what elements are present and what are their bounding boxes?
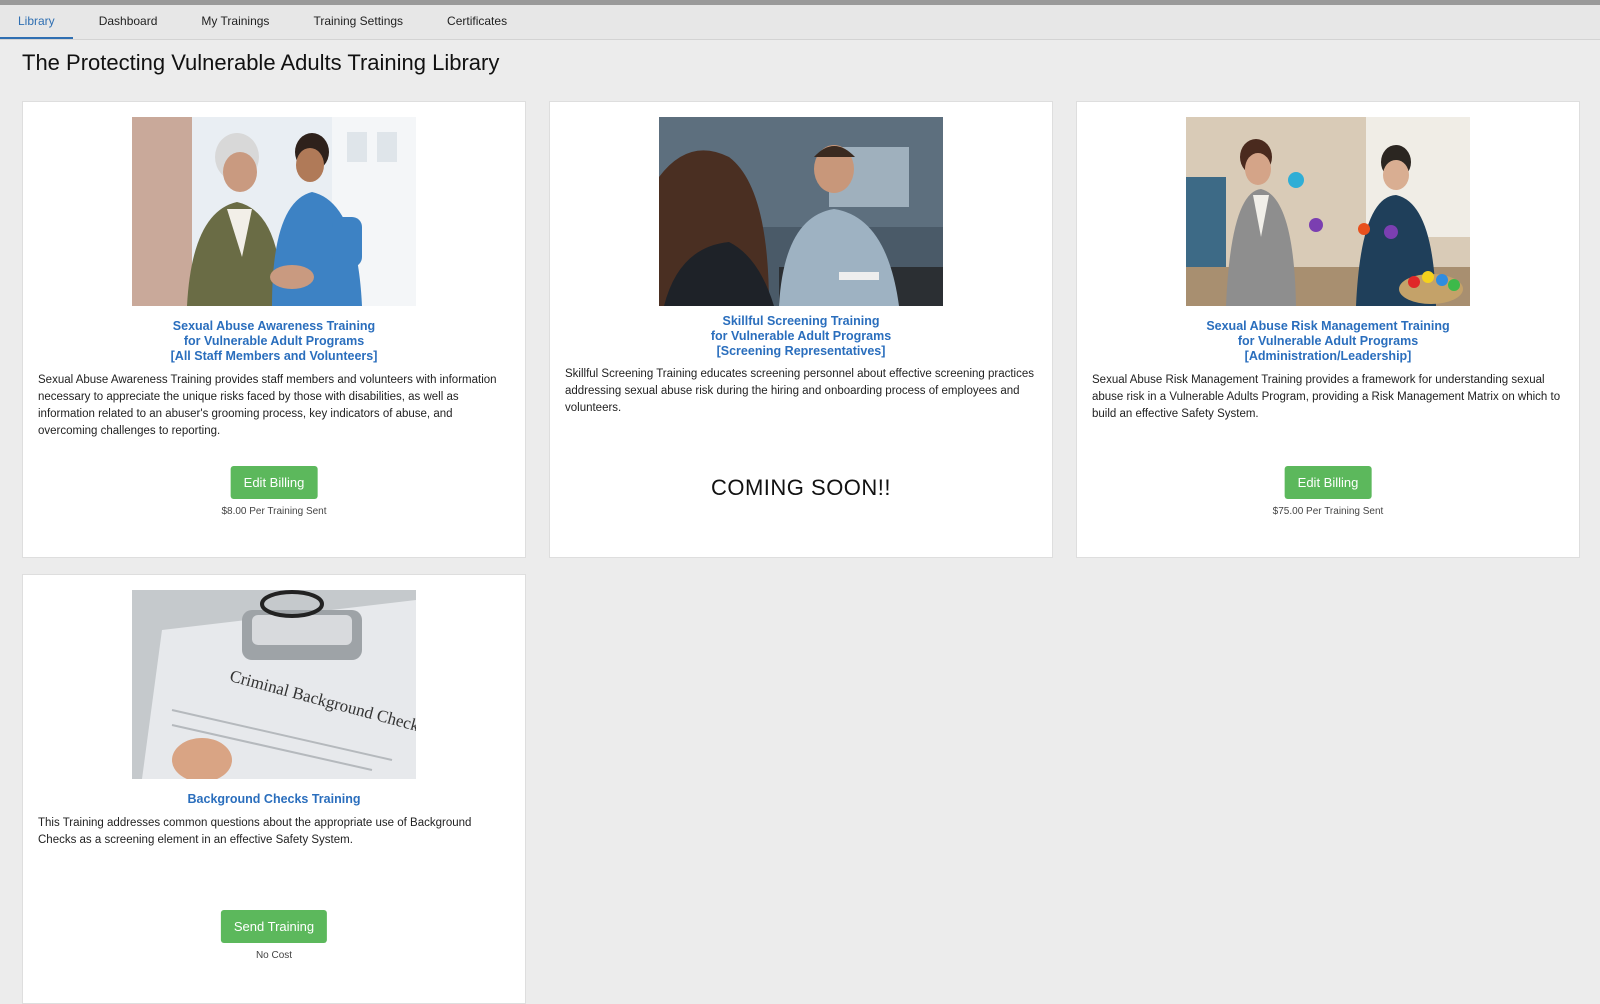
edit-billing-button[interactable]: Edit Billing [1284,466,1372,499]
training-image-therapy [1186,117,1470,306]
training-card-risk-management: Sexual Abuse Risk Management Training fo… [1076,101,1580,558]
training-card-skillful-screening: Skillful Screening Training for Vulnerab… [549,101,1053,558]
price-label: $8.00 Per Training Sent [221,506,327,517]
tab-dashboard[interactable]: Dashboard [81,5,176,39]
page-title: The Protecting Vulnerable Adults Trainin… [22,50,500,75]
training-image-caregiver [132,117,416,306]
price-label: $75.00 Per Training Sent [1272,506,1384,517]
card-description: Skillful Screening Training educates scr… [565,368,1035,414]
card-description: This Training addresses common questions… [38,817,472,846]
training-image-interview [659,117,943,306]
card-title[interactable]: Sexual Abuse Awareness Training for Vuln… [23,319,525,364]
send-training-button[interactable]: Send Training [220,910,328,943]
top-nav: Library Dashboard My Trainings Training … [0,5,1600,40]
coming-soon-label: COMING SOON!! [710,475,892,500]
tab-library[interactable]: Library [0,5,73,39]
card-title[interactable]: Skillful Screening Training for Vulnerab… [550,314,1052,359]
tab-certificates[interactable]: Certificates [429,5,525,39]
card-title[interactable]: Background Checks Training [23,792,525,807]
training-card-sexual-abuse-awareness: Sexual Abuse Awareness Training for Vuln… [22,101,526,558]
card-title[interactable]: Sexual Abuse Risk Management Training fo… [1077,319,1579,364]
card-description: Sexual Abuse Awareness Training provides… [38,374,497,437]
training-image-background-check: Criminal Background Check [132,590,416,779]
training-card-background-checks: Criminal Background Check Background Che… [22,574,526,1004]
price-label: No Cost [255,950,293,961]
card-description: Sexual Abuse Risk Management Training pr… [1092,374,1561,420]
tab-my-trainings[interactable]: My Trainings [183,5,287,39]
edit-billing-button[interactable]: Edit Billing [230,466,318,499]
tab-training-settings[interactable]: Training Settings [295,5,421,39]
